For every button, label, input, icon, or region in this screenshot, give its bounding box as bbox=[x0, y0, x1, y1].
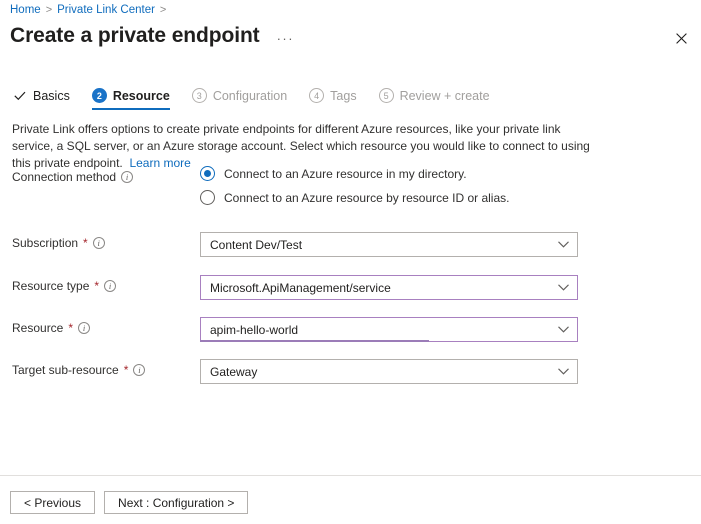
tab-review-create-label: Review + create bbox=[400, 89, 490, 103]
check-icon bbox=[12, 88, 27, 103]
tab-configuration-label: Configuration bbox=[213, 89, 287, 103]
breadcrumb: Home > Private Link Center > bbox=[10, 4, 166, 16]
breadcrumb-item-home[interactable]: Home bbox=[10, 4, 41, 16]
connection-method-label: Connection method i bbox=[0, 166, 200, 184]
radio-indicator bbox=[200, 190, 215, 205]
tab-resource[interactable]: 2 Resource bbox=[92, 88, 170, 110]
tab-basics-label: Basics bbox=[33, 89, 70, 103]
tab-resource-label: Resource bbox=[113, 89, 170, 103]
footer-divider bbox=[0, 475, 701, 476]
breadcrumb-item-private-link-center[interactable]: Private Link Center bbox=[57, 4, 155, 16]
tab-configuration[interactable]: 3 Configuration bbox=[192, 88, 287, 110]
field-resource-type: Resource type * i Microsoft.ApiManagemen… bbox=[0, 275, 701, 300]
tab-review-create[interactable]: 5 Review + create bbox=[379, 88, 490, 110]
target-sub-resource-dropdown[interactable]: Gateway bbox=[200, 359, 578, 384]
radio-connect-by-resource-id-label: Connect to an Azure resource by resource… bbox=[224, 191, 509, 205]
close-icon[interactable] bbox=[667, 26, 695, 50]
step-number-badge: 4 bbox=[309, 88, 324, 103]
info-icon[interactable]: i bbox=[104, 280, 116, 292]
breadcrumb-separator: > bbox=[46, 4, 52, 16]
chevron-down-icon bbox=[558, 326, 569, 333]
resource-value: apim-hello-world bbox=[210, 323, 558, 337]
wizard-tabs: Basics 2 Resource 3 Configuration 4 Tags… bbox=[12, 88, 490, 110]
description-text: Private Link offers options to create pr… bbox=[12, 121, 592, 172]
page-title: Create a private endpoint bbox=[10, 22, 260, 50]
chevron-down-icon bbox=[558, 368, 569, 375]
radio-connect-in-directory-label: Connect to an Azure resource in my direc… bbox=[224, 167, 467, 181]
required-asterisk: * bbox=[83, 237, 88, 249]
resource-type-value: Microsoft.ApiManagement/service bbox=[210, 281, 558, 295]
field-subscription: Subscription * i Content Dev/Test bbox=[0, 232, 701, 257]
radio-connect-in-directory[interactable]: Connect to an Azure resource in my direc… bbox=[200, 166, 701, 181]
tab-basics[interactable]: Basics bbox=[12, 88, 70, 110]
field-connection-method: Connection method i Connect to an Azure … bbox=[0, 166, 701, 214]
step-number-badge: 3 bbox=[192, 88, 207, 103]
title-row: Create a private endpoint ··· bbox=[10, 22, 297, 50]
overflow-menu-icon[interactable]: ··· bbox=[274, 29, 298, 48]
previous-button[interactable]: < Previous bbox=[10, 491, 95, 514]
description-body: Private Link offers options to create pr… bbox=[12, 122, 590, 170]
resource-label: Resource * i bbox=[0, 317, 200, 335]
connection-method-options: Connect to an Azure resource in my direc… bbox=[200, 166, 701, 214]
step-number-badge: 2 bbox=[92, 88, 107, 103]
wizard-footer: < Previous Next : Configuration > bbox=[10, 491, 248, 514]
subscription-value: Content Dev/Test bbox=[210, 238, 558, 252]
resource-type-label: Resource type * i bbox=[0, 275, 200, 293]
info-icon[interactable]: i bbox=[121, 171, 133, 183]
required-asterisk: * bbox=[94, 280, 99, 292]
radio-connect-by-resource-id[interactable]: Connect to an Azure resource by resource… bbox=[200, 190, 701, 205]
target-sub-resource-value: Gateway bbox=[210, 365, 558, 379]
field-target-sub-resource: Target sub-resource * i Gateway bbox=[0, 359, 701, 384]
info-icon[interactable]: i bbox=[78, 322, 90, 334]
subscription-dropdown[interactable]: Content Dev/Test bbox=[200, 232, 578, 257]
step-number-badge: 5 bbox=[379, 88, 394, 103]
tab-tags[interactable]: 4 Tags bbox=[309, 88, 356, 110]
resource-form: Connection method i Connect to an Azure … bbox=[0, 166, 701, 396]
subscription-label: Subscription * i bbox=[0, 232, 200, 250]
resource-dropdown[interactable]: apim-hello-world bbox=[200, 317, 578, 342]
breadcrumb-separator: > bbox=[160, 4, 166, 16]
info-icon[interactable]: i bbox=[133, 364, 145, 376]
next-configuration-button[interactable]: Next : Configuration > bbox=[104, 491, 248, 514]
info-icon[interactable]: i bbox=[93, 237, 105, 249]
target-sub-resource-label: Target sub-resource * i bbox=[0, 359, 200, 377]
resource-type-dropdown[interactable]: Microsoft.ApiManagement/service bbox=[200, 275, 578, 300]
required-asterisk: * bbox=[68, 322, 73, 334]
tab-tags-label: Tags bbox=[330, 89, 356, 103]
required-asterisk: * bbox=[124, 364, 129, 376]
radio-indicator bbox=[200, 166, 215, 181]
loading-progress-bar bbox=[200, 340, 429, 342]
chevron-down-icon bbox=[558, 284, 569, 291]
field-resource: Resource * i apim-hello-world bbox=[0, 317, 701, 342]
chevron-down-icon bbox=[558, 241, 569, 248]
